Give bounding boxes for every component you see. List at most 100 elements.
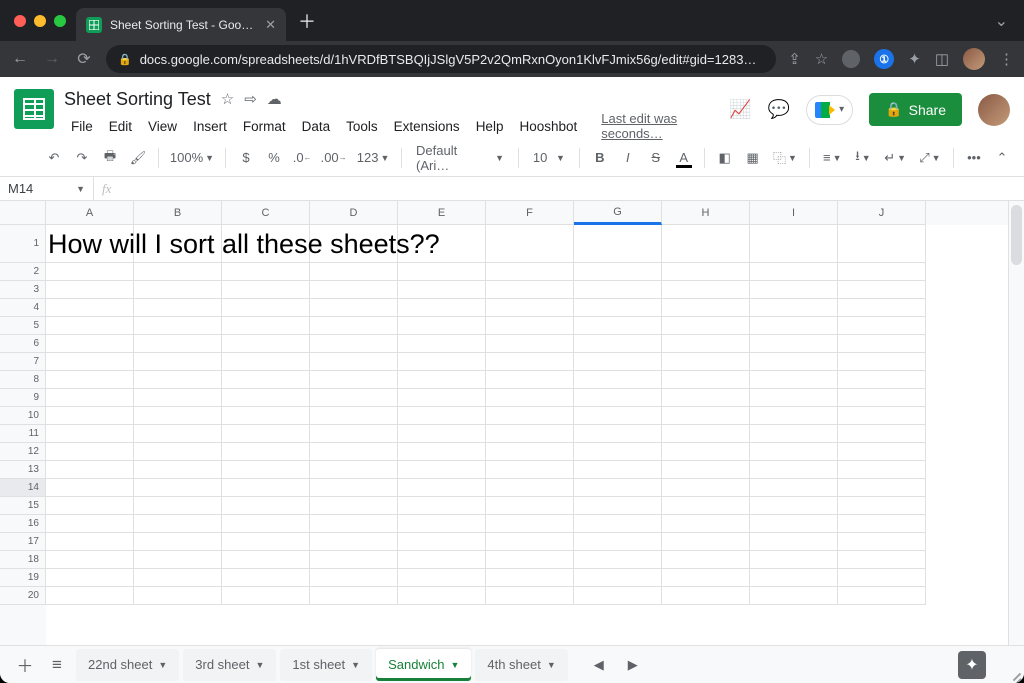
cell[interactable] [486, 389, 574, 407]
cell[interactable] [398, 443, 486, 461]
cell[interactable] [486, 425, 574, 443]
cell[interactable] [750, 479, 838, 497]
cell[interactable] [486, 515, 574, 533]
cell[interactable] [750, 389, 838, 407]
rotate-button[interactable]: ⤢▼ [915, 145, 945, 171]
cell[interactable] [134, 533, 222, 551]
cell[interactable] [662, 281, 750, 299]
zoom-dropdown[interactable]: 100%▼ [167, 145, 217, 171]
column-header-j[interactable]: J [838, 201, 926, 225]
cell[interactable] [310, 443, 398, 461]
cell[interactable] [134, 461, 222, 479]
cell[interactable] [486, 225, 574, 263]
cell[interactable] [222, 335, 310, 353]
tab-overflow-icon[interactable]: ⌄ [987, 11, 1016, 31]
cell[interactable] [398, 515, 486, 533]
cell[interactable] [662, 263, 750, 281]
resize-handle-icon[interactable] [1008, 667, 1022, 681]
cell[interactable] [662, 479, 750, 497]
tab-close-icon[interactable]: ✕ [265, 17, 276, 33]
cell[interactable] [486, 317, 574, 335]
sheet-tab[interactable]: 22nd sheet▼ [76, 649, 179, 681]
column-header-e[interactable]: E [398, 201, 486, 225]
cell[interactable] [222, 299, 310, 317]
menu-hooshbot[interactable]: Hooshbot [512, 116, 584, 137]
cell[interactable] [398, 371, 486, 389]
forward-button[interactable]: → [42, 50, 62, 68]
cell[interactable] [574, 533, 662, 551]
cell[interactable] [398, 407, 486, 425]
cell[interactable] [134, 389, 222, 407]
cell[interactable] [838, 225, 926, 263]
cell[interactable] [134, 353, 222, 371]
row-header[interactable]: 11 [0, 425, 46, 443]
cell[interactable] [398, 317, 486, 335]
cell[interactable] [310, 551, 398, 569]
cell[interactable] [310, 317, 398, 335]
cell[interactable] [574, 551, 662, 569]
cell[interactable] [750, 335, 838, 353]
cell[interactable] [750, 461, 838, 479]
menu-format[interactable]: Format [236, 116, 293, 137]
undo-button[interactable]: ↶ [42, 145, 66, 171]
cell[interactable] [574, 371, 662, 389]
menu-tools[interactable]: Tools [339, 116, 385, 137]
cell[interactable] [134, 515, 222, 533]
cell[interactable] [574, 515, 662, 533]
cell[interactable] [222, 497, 310, 515]
cell[interactable] [574, 443, 662, 461]
paint-format-button[interactable]: 🖌 [126, 145, 150, 171]
chevron-down-icon[interactable]: ▼ [450, 660, 459, 670]
cell[interactable] [222, 569, 310, 587]
cell[interactable] [222, 425, 310, 443]
cell[interactable] [838, 335, 926, 353]
row-header[interactable]: 6 [0, 335, 46, 353]
cell[interactable] [486, 353, 574, 371]
scrollbar-thumb[interactable] [1011, 205, 1022, 265]
formula-input[interactable] [119, 177, 1024, 200]
row-header[interactable]: 2 [0, 263, 46, 281]
meet-button[interactable]: ▾ [806, 95, 853, 125]
h-align-button[interactable]: ≡▼ [818, 145, 846, 171]
browser-profile-avatar[interactable] [963, 48, 985, 70]
cell[interactable] [486, 407, 574, 425]
all-sheets-button[interactable]: ≡ [42, 650, 72, 680]
cell[interactable] [838, 317, 926, 335]
scroll-tabs-right[interactable]: ▶ [618, 650, 648, 680]
cell[interactable] [838, 281, 926, 299]
cell[interactable] [46, 515, 134, 533]
menu-help[interactable]: Help [469, 116, 511, 137]
select-all-corner[interactable] [0, 201, 46, 225]
cell[interactable] [222, 461, 310, 479]
cell[interactable] [662, 335, 750, 353]
cell[interactable] [662, 389, 750, 407]
strikethrough-button[interactable]: S [644, 145, 668, 171]
cell[interactable] [134, 497, 222, 515]
cell[interactable] [574, 407, 662, 425]
cell[interactable] [574, 353, 662, 371]
cell[interactable] [134, 263, 222, 281]
cell[interactable] [750, 425, 838, 443]
cell[interactable] [46, 371, 134, 389]
cell[interactable] [662, 533, 750, 551]
cell[interactable] [486, 479, 574, 497]
row-header[interactable]: 12 [0, 443, 46, 461]
cell[interactable] [574, 225, 662, 263]
cell[interactable] [662, 317, 750, 335]
bookmark-icon[interactable]: ☆ [815, 50, 828, 68]
print-button[interactable]: 🖶 [98, 145, 122, 171]
cell[interactable] [398, 425, 486, 443]
cell[interactable] [222, 551, 310, 569]
cell[interactable] [486, 569, 574, 587]
cell[interactable] [574, 497, 662, 515]
cell[interactable] [574, 569, 662, 587]
cell[interactable] [486, 371, 574, 389]
cell[interactable] [838, 479, 926, 497]
cell[interactable] [46, 281, 134, 299]
cell[interactable] [398, 461, 486, 479]
cell[interactable] [222, 443, 310, 461]
cell[interactable] [46, 497, 134, 515]
cell[interactable] [486, 299, 574, 317]
cell[interactable] [486, 533, 574, 551]
cell[interactable] [398, 263, 486, 281]
